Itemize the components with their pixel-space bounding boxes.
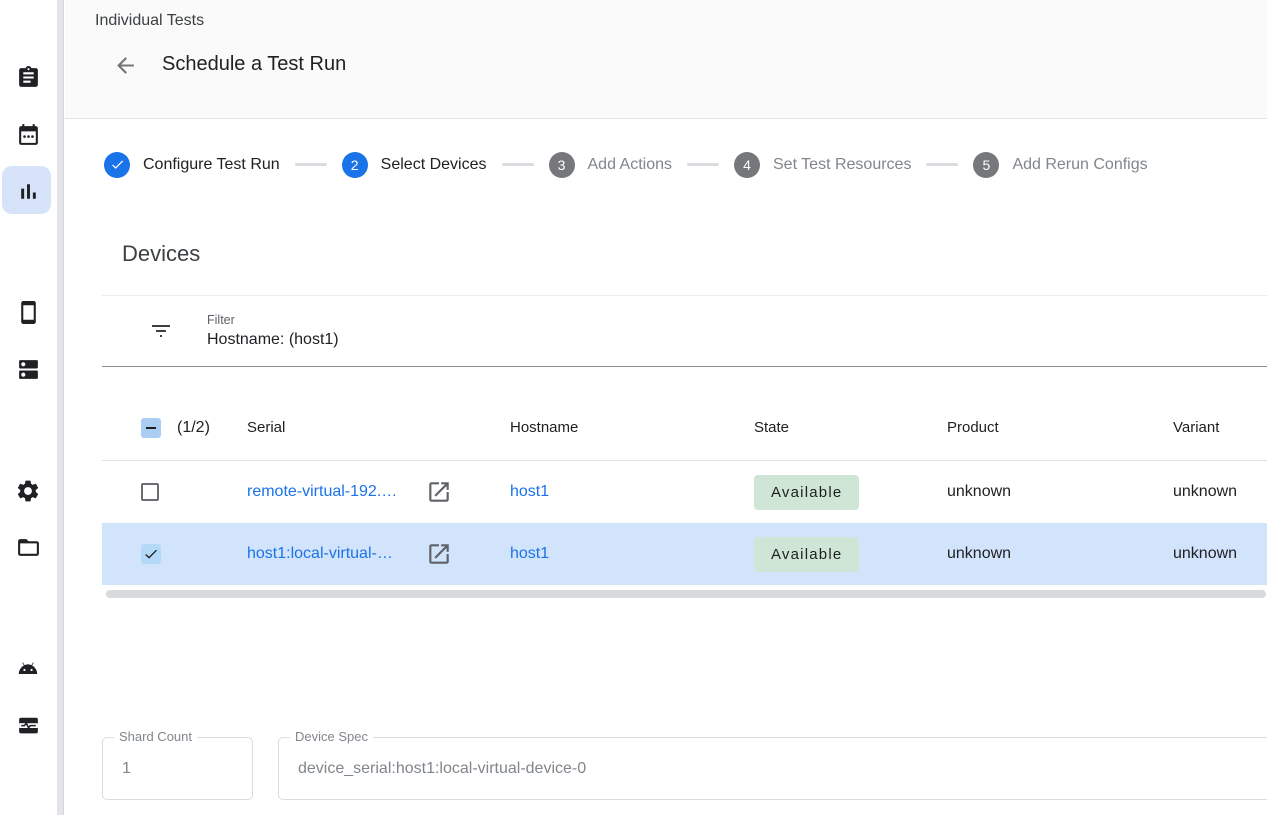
device-spec-input[interactable]: device_serial:host1:local-virtual-device… [279,738,1267,799]
clipboard-icon [16,65,41,90]
page-header: Individual Tests Schedule a Test Run [65,0,1267,119]
shard-count-field[interactable]: Shard Count 1 [102,737,253,800]
calendar-icon [16,122,41,147]
sidebar-item-schedule[interactable] [15,121,41,147]
row-product-cell: unknown [947,483,1173,501]
selection-count: (1/2) [177,419,210,437]
stepper: Configure Test Run 2 Select Devices 3 Ad… [104,151,1267,178]
step-number-circle: 3 [549,152,575,178]
main-content: Individual Tests Schedule a Test Run Con… [65,0,1267,815]
shard-count-input[interactable]: 1 [103,738,252,799]
filter-value[interactable]: Hostname: (host1) [207,331,339,349]
filter-stack: Filter Hostname: (host1) [207,313,339,349]
table-row-selected[interactable]: host1:local-virtual-… host1 Available un… [102,523,1267,585]
check-icon [110,157,125,172]
select-all-checkbox[interactable] [141,418,161,438]
step-complete-circle [104,152,130,178]
step-connector [295,163,327,166]
device-spec-label: Device Spec [290,729,373,744]
sidebar-item-test-results[interactable] [15,178,41,204]
open-in-new-icon[interactable] [426,541,452,567]
step-set-test-resources[interactable]: 4 Set Test Resources [734,152,911,178]
back-button[interactable] [110,50,140,80]
hostname-link[interactable]: host1 [510,483,549,500]
bar-chart-icon [16,179,41,204]
device-table: (1/2) Serial Hostname State Product Vari… [102,368,1267,598]
monitoring-icon [16,713,41,738]
sidebar-item-android[interactable] [15,655,41,681]
step-number-circle: 4 [734,152,760,178]
android-icon [15,655,41,681]
sidebar-item-devices[interactable] [15,299,41,325]
hostname-link[interactable]: host1 [510,545,549,562]
column-header-hostname: Hostname [510,419,754,436]
step-number-circle: 5 [973,152,999,178]
filter-field[interactable]: Filter Hostname: (host1) [102,295,1267,367]
arrow-back-icon [113,53,138,78]
step-add-actions[interactable]: 3 Add Actions [549,152,673,178]
sidebar-item-monitoring[interactable] [15,712,41,738]
step-label: Add Actions [588,156,673,174]
serial-link[interactable]: remote-virtual-192.… [247,483,413,501]
sidebar-item-test-plans[interactable] [15,64,41,90]
row-checkbox-checked[interactable] [141,544,161,564]
row-state-cell: Available [754,475,947,510]
sidebar-item-hosts[interactable] [15,356,41,382]
step-number-circle: 2 [342,152,368,178]
sidebar-item-settings[interactable] [15,478,41,504]
step-label: Set Test Resources [773,156,911,174]
column-header-product: Product [947,419,1173,436]
step-connector [926,163,958,166]
step-add-rerun-configs[interactable]: 5 Add Rerun Configs [973,152,1147,178]
row-product-cell: unknown [947,545,1173,563]
step-connector [687,163,719,166]
smartphone-icon [16,300,41,325]
row-state-cell: Available [754,537,947,572]
page-title: Schedule a Test Run [162,53,346,76]
table-header-row: (1/2) Serial Hostname State Product Vari… [102,368,1267,461]
row-variant-cell: unknown [1173,483,1267,501]
status-badge: Available [754,475,859,510]
dns-icon [16,357,41,382]
row-checkbox[interactable] [141,483,159,501]
row-select-cell [102,544,247,564]
row-hostname-cell: host1 [510,483,754,501]
gear-icon [15,478,41,504]
step-connector [502,163,534,166]
row-serial-cell: host1:local-virtual-… [247,541,510,567]
step-label: Configure Test Run [143,156,280,174]
device-spec-field[interactable]: Device Spec device_serial:host1:local-vi… [278,737,1267,800]
sidebar [0,0,57,815]
check-icon [143,546,159,562]
step-select-devices[interactable]: 2 Select Devices [342,152,487,178]
horizontal-scrollbar[interactable] [106,590,1266,598]
row-serial-cell: remote-virtual-192.… [247,479,510,505]
shard-count-label: Shard Count [114,729,197,744]
column-header-variant: Variant [1173,419,1267,436]
table-row[interactable]: remote-virtual-192.… host1 Available unk… [102,461,1267,523]
step-label: Select Devices [381,156,487,174]
row-select-cell [102,483,247,501]
sidebar-item-files[interactable] [15,534,41,560]
step-configure-test-run[interactable]: Configure Test Run [104,152,280,178]
sidebar-scrollbar[interactable] [57,0,64,815]
serial-link[interactable]: host1:local-virtual-… [247,545,413,563]
column-header-serial: Serial [247,419,510,436]
open-in-new-icon[interactable] [426,479,452,505]
row-hostname-cell: host1 [510,545,754,563]
filter-label: Filter [207,313,339,327]
row-variant-cell: unknown [1173,545,1267,563]
header-select-cell: (1/2) [102,418,247,438]
step-label: Add Rerun Configs [1012,156,1147,174]
status-badge: Available [754,537,859,572]
column-header-state: State [754,419,947,436]
section-label: Individual Tests [95,12,204,30]
folder-icon [16,535,41,560]
filter-icon [149,319,173,343]
devices-heading: Devices [122,241,200,267]
